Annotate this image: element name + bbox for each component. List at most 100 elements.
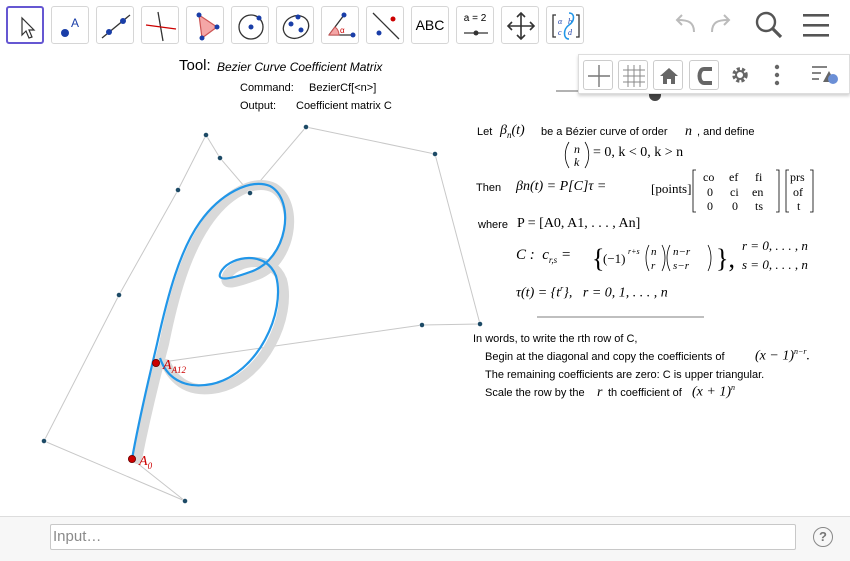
help-icon[interactable]: ? xyxy=(813,527,833,547)
point-a0[interactable] xyxy=(127,454,136,463)
search-icon[interactable] xyxy=(752,8,786,42)
tool-info-name: Bezier Curve Coefficient Matrix xyxy=(217,60,383,74)
magnet-icon[interactable] xyxy=(689,60,719,90)
text-tool-label: ABC xyxy=(415,17,445,33)
grid-icon[interactable] xyxy=(618,60,648,90)
text-and-define: , and define xyxy=(697,126,755,138)
matrix-tool-icon: α b c d xyxy=(552,12,580,40)
words-step3a: Scale the row by the xyxy=(485,387,585,399)
text-points: [points] xyxy=(651,181,692,196)
c-label: C : cr,s = xyxy=(516,247,572,265)
text-then: Then xyxy=(476,182,502,194)
point-a12[interactable] xyxy=(151,358,160,367)
perpendicular-line-tool-button[interactable] xyxy=(141,6,179,44)
move-graphics-view-tool-button[interactable] xyxy=(501,6,539,44)
move-tool-button[interactable] xyxy=(6,6,44,44)
control-point[interactable] xyxy=(432,151,438,157)
words-step3b: th coefficient of xyxy=(608,387,682,399)
angle-tool-button[interactable]: α xyxy=(321,6,359,44)
matrix-cell: 0 xyxy=(707,185,713,199)
point-tool-button[interactable]: A xyxy=(51,6,89,44)
svg-text:d: d xyxy=(568,28,573,37)
toolbar: A α ABC a = 2 α b c d xyxy=(0,0,850,52)
command-label: Command: xyxy=(240,82,294,94)
control-point[interactable] xyxy=(175,187,181,193)
circle-icon xyxy=(238,14,264,40)
text-be-a: be a Bézier curve of order xyxy=(541,126,668,138)
cursor-arrow-icon xyxy=(21,16,36,39)
matrix-c: co ef fi 0 ci en 0 0 ts prs of t xyxy=(692,169,814,213)
words-step3-math: (x + 1)n xyxy=(692,383,735,400)
text-n: n xyxy=(685,124,692,139)
graphics-style-bar xyxy=(578,54,850,94)
matrix-cell: en xyxy=(752,185,763,199)
angle-icon: α xyxy=(328,12,356,38)
command-value: BezierCf[<n>] xyxy=(309,82,377,94)
control-point[interactable] xyxy=(116,292,122,298)
matrix-cell: ci xyxy=(730,185,739,199)
polygon-icon xyxy=(196,12,220,41)
line-icon xyxy=(101,14,131,39)
line-tool-button[interactable] xyxy=(96,6,134,44)
ellipse-icon xyxy=(282,14,310,40)
reflect-line-icon xyxy=(372,12,400,40)
control-point[interactable] xyxy=(182,498,188,504)
slider-tool-button[interactable]: a = 2 xyxy=(456,6,494,44)
label-a12-text: A12 xyxy=(171,364,187,375)
words-intro: In words, to write the rth row of C, xyxy=(473,333,638,345)
circle-tool-button[interactable] xyxy=(231,6,269,44)
svg-text:α: α xyxy=(340,26,345,35)
home-icon[interactable] xyxy=(653,60,683,90)
c-range-r: r = 0, . . . , n xyxy=(742,238,808,253)
matrix-p-cell: of xyxy=(793,185,803,199)
slider-icon xyxy=(464,30,488,36)
control-point[interactable] xyxy=(203,132,209,138)
then-expression: βn(t) = P[C]τ = xyxy=(516,179,607,194)
algebra-input[interactable]: Input… xyxy=(50,524,796,550)
text-beta: βn(t) xyxy=(500,123,525,140)
custom-tool-button[interactable]: α b c d xyxy=(546,6,584,44)
text-where: where xyxy=(478,219,508,231)
reflect-tool-button[interactable] xyxy=(366,6,404,44)
binom-n-k: n k xyxy=(564,141,590,169)
graphics-view[interactable]: AA12 A0 Tool: Bezier Curve Coefficient M… xyxy=(0,54,850,516)
graphics-drawing xyxy=(41,89,704,504)
svg-text:(−1): (−1) xyxy=(603,251,626,266)
label-a0: A0 xyxy=(139,454,153,471)
brace-right: }, xyxy=(716,244,735,273)
svg-text:r: r xyxy=(651,260,656,272)
main-menu-icon[interactable] xyxy=(800,8,834,42)
toggle-style-bar-icon[interactable] xyxy=(809,60,839,90)
matrix-cell: fi xyxy=(755,170,763,184)
axes-icon[interactable] xyxy=(583,60,613,90)
svg-text:α: α xyxy=(558,17,563,26)
undo-icon[interactable] xyxy=(668,8,702,42)
text-let: Let xyxy=(477,126,493,138)
control-point[interactable] xyxy=(41,438,47,444)
svg-text:s−r: s−r xyxy=(673,260,690,272)
svg-text:n: n xyxy=(651,246,657,258)
c-range-s: s = 0, . . . , n xyxy=(742,257,808,272)
control-point[interactable] xyxy=(247,190,253,196)
control-point[interactable] xyxy=(419,322,425,328)
matrix-cell: ef xyxy=(729,170,738,184)
more-options-icon[interactable] xyxy=(762,60,792,90)
matrix-cell: ts xyxy=(755,199,763,213)
binom-definition: = 0, k < 0, k > n xyxy=(593,145,684,160)
matrix-cell: 0 xyxy=(732,199,738,213)
text-tool-button[interactable]: ABC xyxy=(411,6,449,44)
conic-tool-button[interactable] xyxy=(276,6,314,44)
c-body: (−1) r+s n r n−r s−r xyxy=(603,244,712,272)
polygon-tool-button[interactable] xyxy=(186,6,224,44)
control-point[interactable] xyxy=(303,124,309,130)
matrix-cell: 0 xyxy=(707,199,713,213)
control-point[interactable] xyxy=(477,321,483,327)
redo-icon[interactable] xyxy=(704,8,738,42)
control-point[interactable] xyxy=(217,155,223,161)
move-arrows-icon xyxy=(506,11,536,41)
matrix-cell: co xyxy=(703,170,714,184)
tau-definition: τ(t) = {tr}, r = 0, 1, . . . , n xyxy=(516,284,668,301)
words-step2: The remaining coefficients are zero: C i… xyxy=(485,369,765,381)
gear-icon[interactable] xyxy=(725,60,755,90)
words-step1-math: (x − 1)n−r. xyxy=(755,347,811,364)
